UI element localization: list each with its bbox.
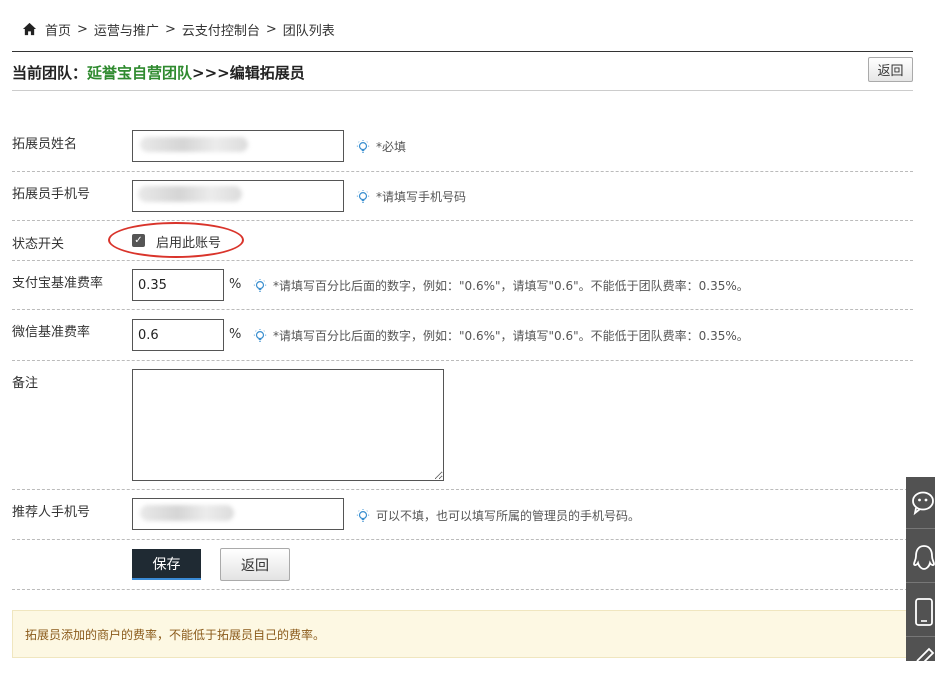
alipay-rate-hint: *请填写百分比后面的数字，例如："0.6%"，请填写"0.6"。不能低于团队费率…: [253, 277, 749, 294]
qq-icon: [913, 545, 935, 570]
redacted-phone: [138, 186, 242, 202]
breadcrumb-operations[interactable]: 运营与推广: [94, 20, 159, 39]
wechat-icon: [912, 491, 934, 516]
wechat-rate-hint: *请填写百分比后面的数字，例如："0.6%"，请填写"0.6"。不能低于团队费率…: [253, 327, 749, 344]
mobile-icon: [915, 598, 933, 626]
redacted-referrer-phone: [140, 505, 234, 521]
breadcrumb-team-list[interactable]: 团队列表: [283, 20, 335, 39]
lightbulb-icon: [253, 328, 267, 342]
title-prefix: 当前团队：: [12, 64, 88, 82]
lightbulb-icon: [356, 189, 370, 203]
floating-sidebar: [906, 477, 935, 663]
phone-hint: *请填写手机号码: [356, 188, 466, 205]
title-action: 编辑拓展员: [229, 64, 305, 82]
remark-label: 备注: [12, 376, 39, 391]
edit-icon: [916, 647, 935, 663]
alipay-rate-input[interactable]: 0.35: [132, 269, 224, 301]
alipay-rate-unit: %: [229, 277, 242, 292]
lightbulb-icon: [356, 508, 370, 522]
redacted-name: [140, 137, 248, 152]
breadcrumb-cloud-pay[interactable]: 云支付控制台: [182, 20, 260, 39]
sidebar-edit[interactable]: [906, 639, 935, 691]
name-hint-text: *必填: [376, 140, 407, 154]
alipay-rate-hint-text: *请填写百分比后面的数字，例如："0.6%"，请填写"0.6"。不能低于团队费率…: [273, 279, 749, 293]
breadcrumb-home[interactable]: 首页: [45, 20, 71, 39]
lightbulb-icon: [356, 139, 370, 153]
name-hint: *必填: [356, 138, 406, 155]
sidebar-mobile[interactable]: [906, 585, 935, 637]
notice-bar: 拓展员添加的商户的费率，不能低于拓展员自己的费率。: [12, 610, 913, 658]
wechat-rate-label: 微信基准费率: [12, 325, 91, 340]
status-label: 状态开关: [12, 237, 65, 252]
title-arrows: >>>: [192, 64, 230, 82]
referrer-phone-label: 推荐人手机号: [12, 505, 91, 520]
breadcrumb-separator: >: [265, 21, 277, 37]
wechat-rate-hint-text: *请填写百分比后面的数字，例如："0.6%"，请填写"0.6"。不能低于团队费率…: [273, 329, 749, 343]
phone-label: 拓展员手机号: [12, 187, 91, 202]
home-icon[interactable]: [22, 22, 37, 36]
page-title: 当前团队：延誉宝自营团队>>>编辑拓展员: [12, 62, 305, 83]
header-back-button[interactable]: 返回: [868, 57, 913, 82]
sidebar-wechat[interactable]: [906, 477, 935, 529]
referrer-phone-hint-text: 可以不填，也可以填写所属的管理员的手机号码。: [376, 509, 641, 523]
wechat-rate-input[interactable]: 0.6: [132, 319, 224, 351]
referrer-phone-hint: 可以不填，也可以填写所属的管理员的手机号码。: [356, 507, 640, 524]
lightbulb-icon: [253, 278, 267, 292]
name-label: 拓展员姓名: [12, 137, 78, 152]
phone-hint-text: *请填写手机号码: [376, 190, 467, 204]
back-button[interactable]: 返回: [220, 548, 290, 581]
remark-textarea[interactable]: [132, 369, 444, 481]
save-button[interactable]: 保存: [132, 549, 201, 580]
team-name: 延誉宝自营团队: [87, 64, 193, 82]
wechat-rate-unit: %: [229, 327, 242, 342]
breadcrumb-separator: >: [77, 21, 88, 37]
sidebar-qq[interactable]: [906, 531, 935, 583]
annotation-circle: [108, 222, 244, 258]
breadcrumb-separator: >: [164, 21, 176, 37]
page-header: 当前团队：延誉宝自营团队>>>编辑拓展员 返回: [12, 51, 913, 91]
breadcrumb: 首页 > 运营与推广 > 云支付控制台 > 团队列表: [22, 19, 335, 39]
alipay-rate-label: 支付宝基准费率: [12, 276, 104, 291]
